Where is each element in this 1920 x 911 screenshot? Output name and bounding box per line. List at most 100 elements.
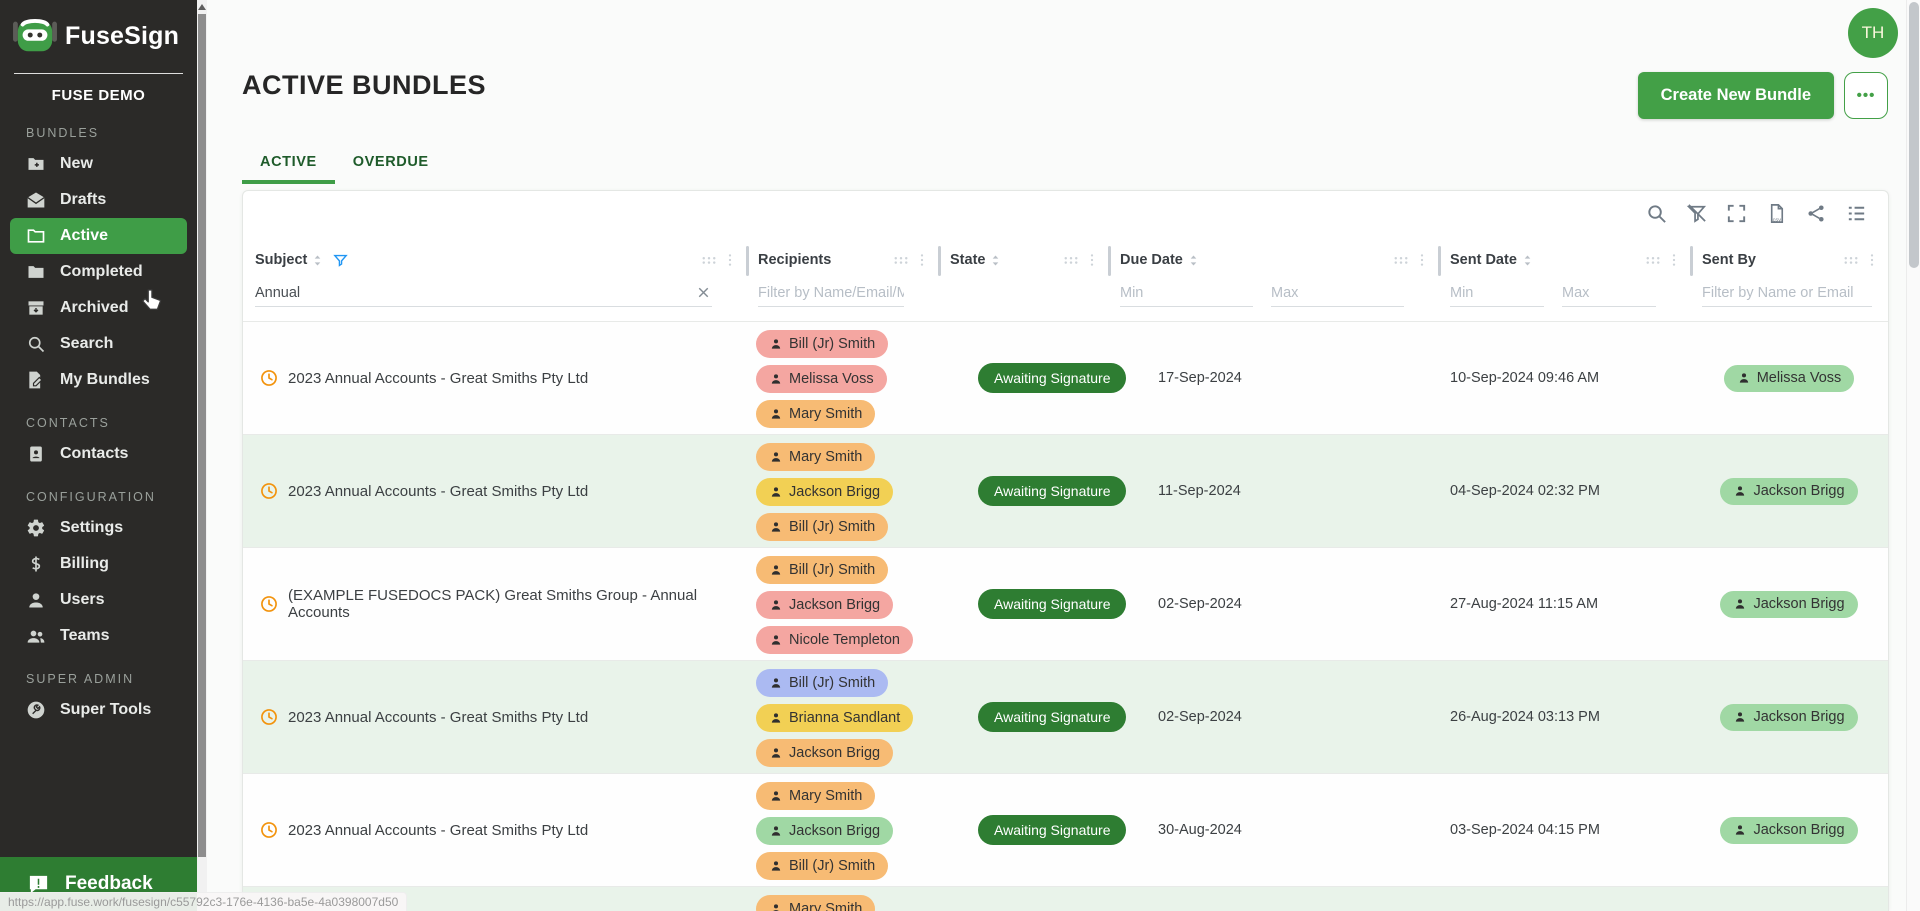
sent-by-filter-input[interactable]	[1702, 285, 1872, 301]
sidebar-item-archived[interactable]: Archived	[0, 290, 197, 326]
user-avatar[interactable]: TH	[1848, 8, 1898, 58]
table-body: 2023 Annual Accounts - Great Smiths Pty …	[243, 321, 1888, 911]
toolbar-fullscreen-button[interactable]	[1724, 202, 1748, 226]
recipient-chip[interactable]: Bill (Jr) Smith	[756, 556, 888, 584]
header-actions: Create New Bundle •••	[1638, 72, 1888, 119]
sent-by-chip[interactable]: Melissa Voss	[1724, 365, 1855, 392]
recipient-chip[interactable]: Mary Smith	[756, 443, 875, 471]
toolbar-share-button[interactable]	[1804, 202, 1828, 226]
sidebar-scrollbar[interactable]	[197, 0, 207, 911]
sidebar-scrollbar-thumb[interactable]	[198, 14, 206, 857]
column-menu-icon[interactable]	[722, 252, 738, 268]
recipient-name: Jackson Brigg	[789, 597, 880, 613]
tab-overdue[interactable]: OVERDUE	[335, 148, 447, 184]
clear-filter-icon[interactable]	[695, 284, 712, 301]
sidebar-item-contacts[interactable]: Contacts	[0, 436, 197, 472]
sent-date-max-input[interactable]	[1562, 285, 1656, 301]
recipient-chip[interactable]: Nicole Templeton	[756, 626, 913, 654]
sidebar-item-completed[interactable]: Completed	[0, 254, 197, 290]
create-new-bundle-button[interactable]: Create New Bundle	[1638, 72, 1834, 119]
recipient-chip[interactable]: Bill (Jr) Smith	[756, 852, 888, 880]
recipient-chip[interactable]: Mary Smith	[756, 400, 875, 428]
page-scrollbar[interactable]	[1906, 0, 1920, 911]
column-drag-handle-icon[interactable]	[892, 253, 910, 267]
person-icon	[769, 859, 783, 873]
page-scrollbar-thumb[interactable]	[1909, 2, 1919, 268]
toolbar-filter-off-button[interactable]	[1684, 202, 1708, 226]
column-header-subject[interactable]: Subject	[243, 236, 746, 321]
recipient-chip[interactable]: Bill (Jr) Smith	[756, 330, 888, 358]
toolbar-export-csv-button[interactable]: csv	[1764, 202, 1788, 226]
sort-icon[interactable]	[1186, 253, 1201, 268]
recipient-name: Bill (Jr) Smith	[789, 562, 875, 578]
recipient-name: Mary Smith	[789, 449, 862, 465]
table-row[interactable]: 2023 Annual Accounts - Great Smiths Pty …	[243, 773, 1888, 886]
filter-active-icon[interactable]	[332, 252, 349, 269]
column-header-sent-date[interactable]: Sent Date	[1438, 236, 1690, 321]
column-drag-handle-icon[interactable]	[1842, 253, 1860, 267]
column-drag-handle-icon[interactable]	[1392, 253, 1410, 267]
recipients-filter-input[interactable]	[758, 285, 904, 301]
column-menu-icon[interactable]	[1864, 252, 1880, 268]
table-row[interactable]: (EXAMPLE FUSEDOCS PACK) Great Smiths Gro…	[243, 547, 1888, 660]
sidebar-item-teams[interactable]: Teams	[0, 618, 197, 654]
person-icon	[769, 598, 783, 612]
scrollbar-up-arrow-icon[interactable]	[198, 4, 206, 10]
recipient-chip[interactable]: Mary Smith	[756, 782, 875, 810]
column-header-state[interactable]: State	[938, 236, 1108, 321]
column-menu-icon[interactable]	[1084, 252, 1100, 268]
sort-icon[interactable]	[1520, 253, 1535, 268]
recipient-chip[interactable]: Jackson Brigg	[756, 739, 893, 767]
sidebar-item-active[interactable]: Active	[10, 218, 187, 254]
sidebar-item-drafts[interactable]: Drafts	[0, 182, 197, 218]
column-drag-handle-icon[interactable]	[1062, 253, 1080, 267]
sidebar-item-users[interactable]: Users	[0, 582, 197, 618]
sent-by-chip[interactable]: Jackson Brigg	[1720, 817, 1857, 844]
sidebar-item-settings[interactable]: Settings	[0, 510, 197, 546]
table-row[interactable]: 2023 Annual Accounts - Great Smiths Pty …	[243, 660, 1888, 773]
recipient-chip[interactable]: Jackson Brigg	[756, 591, 893, 619]
recipient-chip[interactable]: Jackson Brigg	[756, 817, 893, 845]
toolbar-search-button[interactable]	[1644, 202, 1668, 226]
column-drag-handle-icon[interactable]	[700, 253, 718, 267]
subject-filter-input[interactable]	[255, 285, 695, 301]
sent-by-chip[interactable]: Jackson Brigg	[1720, 591, 1857, 618]
sidebar-item-billing[interactable]: Billing	[0, 546, 197, 582]
column-drag-handle-icon[interactable]	[1644, 253, 1662, 267]
column-menu-icon[interactable]	[914, 252, 930, 268]
table-row[interactable]: Mary Smith	[243, 886, 1888, 911]
table-row[interactable]: 2023 Annual Accounts - Great Smiths Pty …	[243, 434, 1888, 547]
sidebar-item-search[interactable]: Search	[0, 326, 197, 362]
sent-date-min-input[interactable]	[1450, 285, 1544, 301]
sent-by-chip[interactable]: Jackson Brigg	[1720, 478, 1857, 505]
column-menu-icon[interactable]	[1666, 252, 1682, 268]
toolbar-density-button[interactable]	[1844, 202, 1868, 226]
sort-icon[interactable]	[988, 253, 1003, 268]
sort-icon[interactable]	[310, 253, 325, 268]
sidebar-item-new[interactable]: New	[0, 146, 197, 182]
bundle-subject: 2023 Annual Accounts - Great Smiths Pty …	[288, 370, 588, 387]
recipient-chip[interactable]: Bill (Jr) Smith	[756, 669, 888, 697]
sent-by-name: Jackson Brigg	[1753, 709, 1844, 725]
recipient-chip[interactable]: Bill (Jr) Smith	[756, 513, 888, 541]
recipient-chip[interactable]: Mary Smith	[756, 895, 875, 911]
sidebar-item-super-tools[interactable]: Super Tools	[0, 692, 197, 728]
more-options-button[interactable]: •••	[1844, 72, 1888, 119]
due-date-min-input[interactable]	[1120, 285, 1253, 301]
recipient-chip[interactable]: Brianna Sandlant	[756, 704, 913, 732]
column-header-due-date[interactable]: Due Date	[1108, 236, 1438, 321]
due-date-max-input[interactable]	[1271, 285, 1404, 301]
sent-by-chip[interactable]: Jackson Brigg	[1720, 704, 1857, 731]
tab-active[interactable]: ACTIVE	[242, 148, 335, 184]
main-content: TH ACTIVE BUNDLES Create New Bundle ••• …	[207, 0, 1906, 911]
table-row[interactable]: 2023 Annual Accounts - Great Smiths Pty …	[243, 321, 1888, 434]
sidebar-item-my-bundles[interactable]: My Bundles	[0, 362, 197, 398]
recipient-chip[interactable]: Melissa Voss	[756, 365, 887, 393]
column-header-sent-by[interactable]: Sent By	[1690, 236, 1888, 321]
pending-clock-icon	[259, 820, 279, 840]
page-title: ACTIVE BUNDLES	[242, 70, 486, 101]
column-header-recipients[interactable]: Recipients	[746, 236, 938, 321]
column-menu-icon[interactable]	[1414, 252, 1430, 268]
recipient-chip[interactable]: Jackson Brigg	[756, 478, 893, 506]
fusesign-logo[interactable]: FuseSign	[0, 0, 197, 73]
